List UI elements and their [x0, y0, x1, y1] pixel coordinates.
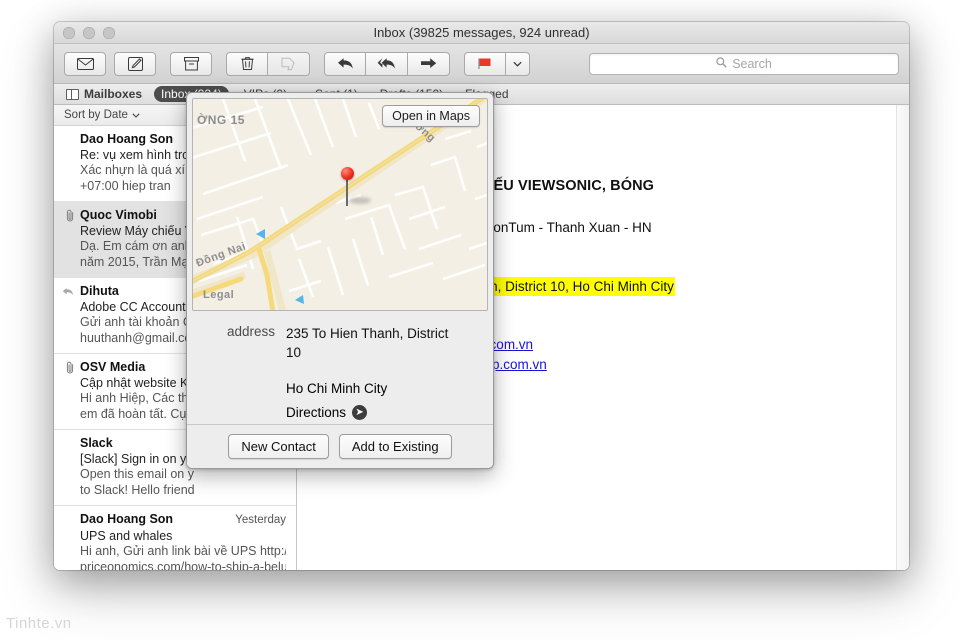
message-snippet-1: Open this email on y — [80, 467, 194, 481]
get-mail-button[interactable] — [64, 51, 106, 76]
minimize-button[interactable] — [83, 26, 95, 39]
search-field[interactable]: Search — [589, 52, 899, 75]
traffic-lights — [54, 26, 115, 39]
archive-group — [170, 51, 212, 76]
address-value: 235 To Hien Thanh, District 10 — [286, 324, 448, 362]
pin-shadow — [349, 197, 371, 204]
open-in-maps-label: Open in Maps — [392, 109, 470, 123]
reply-all-button[interactable] — [366, 51, 408, 76]
compose-group — [114, 51, 156, 76]
forward-button[interactable] — [408, 51, 450, 76]
mail-window: Inbox (39825 messages, 924 unread) Searc… — [54, 22, 909, 570]
reply-group — [324, 51, 450, 76]
envelope-icon — [76, 57, 94, 70]
message-sender: OSV Media — [80, 360, 146, 374]
attachment-icon — [62, 209, 75, 228]
sort-label: Sort by Date — [64, 109, 128, 121]
junk-button[interactable] — [268, 51, 310, 76]
message-sender: Dihuta — [80, 284, 119, 298]
sidebar-icon — [66, 88, 79, 100]
add-to-existing-label: Add to Existing — [351, 439, 439, 454]
pin-head — [341, 167, 354, 180]
reading-pane-scrollbar[interactable] — [896, 105, 909, 570]
popover-tail — [331, 468, 349, 469]
popover-footer: New Contact Add to Existing — [187, 424, 493, 468]
reply-button[interactable] — [324, 51, 366, 76]
delete-junk-group — [226, 51, 310, 76]
message-sender: Slack — [80, 436, 113, 450]
map-preview[interactable]: ỜNG 15 Đường Đồng Nai Legal Open in Maps — [192, 98, 488, 311]
address-city: Ho Chi Minh City — [286, 381, 388, 396]
replied-icon — [62, 286, 74, 302]
directions-link[interactable]: Directions ➤ — [201, 405, 479, 420]
arrow-right-icon: ➤ — [352, 405, 368, 420]
message-sender: Quoc Vimobi — [80, 208, 157, 222]
map-street-label-1: ỜNG 15 — [197, 113, 245, 127]
add-to-existing-button[interactable]: Add to Existing — [338, 434, 452, 459]
new-contact-button[interactable]: New Contact — [228, 434, 329, 459]
archive-button[interactable] — [170, 51, 212, 76]
address-detail-popover: ỜNG 15 Đường Đồng Nai Legal Open in Maps… — [186, 92, 494, 469]
reply-all-icon — [377, 57, 396, 70]
directions-label: Directions — [286, 405, 347, 420]
window-title: Inbox (39825 messages, 924 unread) — [373, 25, 590, 40]
trash-icon — [240, 56, 254, 71]
message-date: Yesterday — [235, 514, 286, 526]
new-contact-label: New Contact — [241, 439, 316, 454]
pin-stick — [346, 176, 348, 206]
flag-menu-button[interactable] — [506, 51, 530, 76]
map-legal-label: Legal — [203, 289, 235, 301]
zoom-button[interactable] — [103, 26, 115, 39]
message-sender: Dao Hoang Son — [80, 132, 174, 146]
archive-icon — [183, 56, 199, 71]
message-snippet-2: priceonomics.com/how-to-ship-a-beluga-wh… — [80, 559, 286, 571]
message-subject: UPS and whales — [80, 528, 173, 543]
compose-icon — [127, 56, 143, 71]
close-button[interactable] — [63, 26, 75, 39]
flag-button[interactable] — [464, 51, 506, 76]
toolbar: Search — [54, 44, 909, 84]
site-watermark: Tinhte.vn — [6, 615, 72, 632]
map-graphic — [193, 99, 487, 310]
address-row: address 235 To Hien Thanh, District 10 — [201, 324, 479, 362]
junk-icon — [281, 57, 296, 71]
flag-group — [464, 51, 530, 76]
address-details: address 235 To Hien Thanh, District 10 H… — [187, 311, 493, 424]
search-icon — [716, 55, 727, 73]
forward-icon — [420, 57, 437, 70]
message-sender: Dao Hoang Son — [80, 512, 174, 526]
search-placeholder: Search — [732, 56, 772, 71]
chevron-down-icon — [132, 109, 140, 121]
message-row-5[interactable]: Dao Hoang Son Yesterday UPS and whales H… — [54, 506, 296, 570]
message-actions-group — [64, 51, 106, 76]
reply-icon — [337, 57, 354, 70]
flag-icon — [478, 57, 492, 70]
mailboxes-label: Mailboxes — [84, 87, 143, 101]
mailboxes-button[interactable]: Mailboxes — [62, 87, 146, 101]
address-key-label: address — [226, 324, 275, 339]
chevron-down-icon — [513, 61, 522, 67]
desktop-background: Inbox (39825 messages, 924 unread) Searc… — [0, 0, 960, 640]
window-titlebar[interactable]: Inbox (39825 messages, 924 unread) — [54, 22, 909, 44]
message-snippet-1: Hi anh, Gửi anh link bài về UPS http:// — [80, 544, 286, 558]
address-line-2: 10 — [286, 345, 302, 360]
compose-button[interactable] — [114, 51, 156, 76]
delete-button[interactable] — [226, 51, 268, 76]
address-line-1: 235 To Hien Thanh, District — [286, 326, 449, 341]
message-snippet-2: to Slack! Hello friend — [80, 482, 195, 497]
attachment-icon — [62, 361, 75, 380]
open-in-maps-button[interactable]: Open in Maps — [382, 105, 480, 127]
